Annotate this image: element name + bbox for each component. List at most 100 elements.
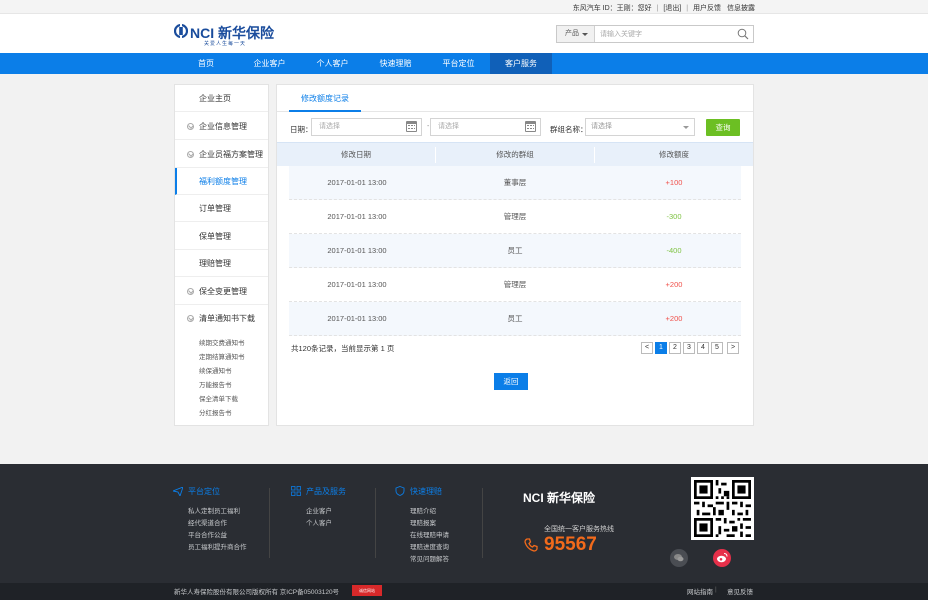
tab-bar: 修改额度记录 (277, 85, 753, 112)
footer-title-claims: 快速理赔 (395, 486, 442, 497)
footer: 平台定位 私人定制员工福利 经代渠道合作 平台合作公益 员工福利提升商合作 产品… (0, 464, 928, 583)
sidebar-item-orders[interactable]: 订单管理 (175, 195, 268, 222)
sidebar-item-claims[interactable]: 理赔管理 (175, 250, 268, 277)
footer-link[interactable]: 理赔介绍 (410, 505, 436, 515)
table-row: 2017-01-01 13:00 管理层 -300 (289, 200, 741, 234)
cell-date: 2017-01-01 13:00 (327, 212, 387, 221)
column-header-group: 修改的群组 (496, 150, 534, 159)
phone-icon (524, 538, 538, 552)
cell-amount: -300 (666, 212, 682, 221)
cell-amount: +200 (665, 314, 683, 323)
table-row: 2017-01-01 13:00 董事层 +100 (289, 166, 741, 200)
search-box: 产品 (556, 25, 754, 43)
query-button[interactable]: 查询 (706, 119, 740, 136)
footer-link[interactable]: 私人定制员工福利 (188, 505, 240, 515)
shield-icon (395, 486, 405, 496)
sidebar-item-preservation-change[interactable]: 保全变更管理 (175, 278, 268, 305)
cell-amount: +100 (665, 178, 683, 187)
footer-title-products: 产品及服务 (291, 486, 346, 497)
chevron-down-circle-icon (187, 151, 194, 158)
chevron-down-circle-icon (187, 123, 194, 130)
cell-group: 管理层 (503, 212, 527, 221)
sidebar-subitem-renewal-payment[interactable]: 续期交费通知书 (199, 337, 245, 347)
cell-group: 董事层 (503, 178, 527, 187)
footer-link[interactable]: 理赔进度查询 (410, 541, 449, 551)
tab-quota-change-records[interactable]: 修改额度记录 (289, 85, 361, 112)
date-end-input[interactable]: 请选择 (430, 118, 541, 136)
info-disclosure-link[interactable]: 信息披露 (727, 5, 755, 12)
qr-code (691, 477, 754, 540)
weibo-icon[interactable] (713, 549, 731, 567)
logout-link[interactable]: [退出] (663, 5, 681, 12)
footer-link[interactable]: 企业客户 (306, 505, 332, 515)
footer-link[interactable]: 个人客户 (306, 517, 332, 527)
user-greeting: 东风汽车 ID：王刚：您好 (572, 5, 652, 12)
nav-enterprise-clients[interactable]: 企业客户 (238, 53, 301, 74)
logo-slogan: 关爱人生每一天 (204, 41, 247, 47)
cell-date: 2017-01-01 13:00 (327, 280, 387, 289)
feedback-link[interactable]: 用户反馈 (693, 5, 721, 12)
wechat-icon[interactable] (670, 549, 688, 567)
date-label: 日期： (290, 125, 313, 134)
footer-bottom-bar (0, 583, 928, 600)
cell-amount: -400 (666, 246, 682, 255)
pager-page-3[interactable]: 3 (683, 342, 695, 354)
sidebar-subitem-universal-report[interactable]: 万能报告书 (199, 379, 232, 389)
sidebar-subitem-dividend-report[interactable]: 分红报告书 (199, 407, 232, 417)
group-select[interactable]: 请选择 (585, 118, 695, 136)
footer-link-feedback[interactable]: 意见反馈 (727, 586, 753, 596)
top-utility-bar: 东风汽车 ID：王刚：您好 | [退出] | 用户反馈 信息披露 (0, 0, 928, 14)
trust-badge[interactable]: 诚信网站 (352, 585, 382, 596)
nav-quick-claims[interactable]: 快速理赔 (364, 53, 427, 74)
sidebar-item-benefit-quota[interactable]: 福利额度管理 (175, 168, 268, 195)
pager-page-2[interactable]: 2 (669, 342, 681, 354)
footer-link[interactable]: 员工福利提升商合作 (188, 541, 247, 551)
chevron-down-icon (683, 126, 689, 129)
cell-date: 2017-01-01 13:00 (327, 178, 387, 187)
search-category-dropdown[interactable]: 产品 (557, 26, 595, 42)
pager-page-5[interactable]: 5 (711, 342, 723, 354)
cell-date: 2017-01-01 13:00 (327, 314, 387, 323)
footer-link[interactable]: 常见问题解答 (410, 553, 449, 563)
table-header: 修改日期 修改的群组 修改额度 (277, 142, 753, 166)
search-icon[interactable] (737, 28, 749, 40)
pager-next-button[interactable]: > (727, 342, 739, 354)
nav-personal-clients[interactable]: 个人客户 (301, 53, 364, 74)
sidebar-item-benefit-plan[interactable]: 企业员福方案管理 (175, 141, 268, 168)
pager-page-1[interactable]: 1 (655, 342, 667, 354)
sidebar-subitem-settlement[interactable]: 定期结算通知书 (199, 351, 245, 361)
chevron-down-icon (582, 33, 588, 36)
grid-icon (291, 486, 301, 496)
sidebar-item-policies[interactable]: 保单管理 (175, 223, 268, 250)
nav-platform-positioning[interactable]: 平台定位 (427, 53, 490, 74)
pager-prev-button[interactable]: < (641, 342, 653, 354)
calendar-icon[interactable] (406, 121, 417, 132)
footer-link-site-guide[interactable]: 网站指南 (687, 586, 713, 596)
footer-link[interactable]: 经代渠道合作 (188, 517, 227, 527)
main-nav: 首页 企业客户 个人客户 快速理赔 平台定位 客户服务 (0, 53, 928, 74)
table-row: 2017-01-01 13:00 员工 +200 (289, 302, 741, 336)
nav-home[interactable]: 首页 (174, 53, 238, 74)
footer-link[interactable]: 平台合作公益 (188, 529, 227, 539)
footer-link[interactable]: 理赔报案 (410, 517, 436, 527)
sidebar-item-notice-download[interactable]: 清单通知书下载 (175, 305, 268, 332)
cell-date: 2017-01-01 13:00 (327, 246, 387, 255)
nci-logo[interactable]: NCI 新华保险 关爱人生每一天 (174, 22, 284, 48)
column-header-amount: 修改额度 (659, 150, 689, 159)
sidebar-item-enterprise-home[interactable]: 企业主页 (175, 85, 268, 112)
sidebar-item-enterprise-info[interactable]: 企业信息管理 (175, 113, 268, 140)
sidebar-subitem-preservation-list[interactable]: 保全清单下载 (199, 393, 238, 403)
pager-page-4[interactable]: 4 (697, 342, 709, 354)
cell-group: 员工 (507, 246, 523, 255)
sidebar-subitem-renewal-notice[interactable]: 续保通知书 (199, 365, 232, 375)
qr-code-image (694, 480, 751, 537)
sidebar: 企业主页 企业信息管理 企业员福方案管理 福利额度管理 订单管理 保单管理 理赔… (174, 84, 269, 426)
group-label: 群组名称： (550, 125, 588, 134)
calendar-icon[interactable] (525, 121, 536, 132)
footer-link[interactable]: 在线理赔申请 (410, 529, 449, 539)
nav-customer-service[interactable]: 客户服务 (490, 53, 552, 74)
search-input[interactable] (600, 26, 730, 42)
back-button[interactable]: 返回 (494, 373, 528, 390)
date-start-input[interactable]: 请选择 (311, 118, 422, 136)
header: NCI 新华保险 关爱人生每一天 产品 (0, 14, 928, 53)
